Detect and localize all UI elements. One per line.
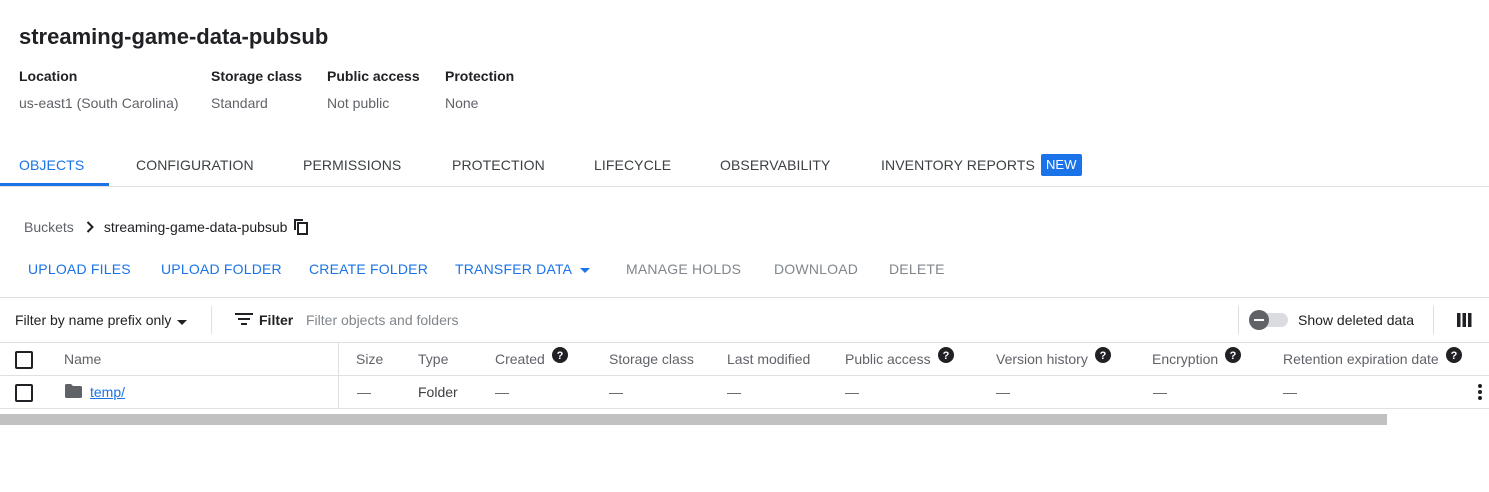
cell-public-access: — <box>845 384 859 400</box>
chevron-right-icon <box>86 221 94 233</box>
transfer-data-button[interactable]: TRANSFER DATA <box>455 258 591 279</box>
cell-type: Folder <box>418 384 458 400</box>
filter-button[interactable]: Filter <box>235 298 293 342</box>
create-folder-button[interactable]: CREATE FOLDER <box>309 259 428 279</box>
help-icon[interactable]: ? <box>1225 342 1242 374</box>
column-header-label: Encryption <box>1152 351 1219 367</box>
column-header-label: Created <box>495 351 545 367</box>
svg-text:?: ? <box>556 350 563 362</box>
tab-permissions[interactable]: PERMISSIONS <box>303 144 401 186</box>
filter-bar: Filter by name prefix only Filter Show d… <box>0 297 1489 343</box>
caret-down-icon <box>177 298 188 342</box>
tab-observability[interactable]: OBSERVABILITY <box>720 144 831 186</box>
tab-configuration[interactable]: CONFIGURATION <box>136 144 254 186</box>
breadcrumb: Buckets streaming-game-data-pubsub <box>24 216 309 238</box>
tab-bar: OBJECTS CONFIGURATION PERMISSIONS PROTEC… <box>0 144 1489 187</box>
svg-text:?: ? <box>1230 350 1237 362</box>
active-tab-indicator <box>0 183 109 186</box>
info-value: Not public <box>327 95 390 111</box>
column-header-last-modified[interactable]: Last modified <box>727 343 810 375</box>
copy-icon[interactable] <box>294 219 309 235</box>
manage-holds-button[interactable]: MANAGE HOLDS <box>626 259 741 279</box>
info-storage-class: Storage class Standard <box>211 66 302 113</box>
cell-storage-class: — <box>609 384 623 400</box>
column-header-storage-class[interactable]: Storage class <box>609 343 694 375</box>
column-header-size[interactable]: Size <box>356 343 383 375</box>
folder-icon <box>65 384 82 403</box>
help-icon[interactable]: ? <box>551 342 568 374</box>
cell-version-history: — <box>996 384 1010 400</box>
breadcrumb-buckets-link[interactable]: Buckets <box>24 219 74 235</box>
info-public-access: Public access Not public <box>327 66 420 113</box>
info-protection: Protection None <box>445 66 514 113</box>
toggle-knob <box>1249 310 1269 330</box>
tab-inventory-reports[interactable]: INVENTORY REPORTS NEW <box>881 144 1082 186</box>
column-display-icon[interactable] <box>1457 313 1472 332</box>
column-header-label: Public access <box>845 351 931 367</box>
filter-mode-label: Filter by name prefix only <box>15 312 172 328</box>
cell-encryption: — <box>1153 384 1167 400</box>
column-header-type[interactable]: Type <box>418 343 448 375</box>
filter-mode-dropdown[interactable]: Filter by name prefix only <box>15 298 188 342</box>
upload-folder-button[interactable]: UPLOAD FOLDER <box>161 259 282 279</box>
show-deleted-label: Show deleted data <box>1298 312 1414 328</box>
column-header-label: Retention expiration date <box>1283 351 1439 367</box>
row-checkbox[interactable] <box>15 384 33 402</box>
tab-objects[interactable]: OBJECTS <box>19 144 84 186</box>
svg-text:?: ? <box>1450 350 1457 362</box>
select-all-checkbox[interactable] <box>15 351 33 369</box>
upload-files-button[interactable]: UPLOAD FILES <box>28 259 131 279</box>
divider <box>1238 306 1239 334</box>
help-icon[interactable]: ? <box>1094 342 1111 374</box>
filter-button-label: Filter <box>259 312 294 328</box>
column-header-label: Version history <box>996 351 1088 367</box>
svg-text:?: ? <box>1099 350 1106 362</box>
info-value: None <box>445 95 479 111</box>
transfer-data-label: TRANSFER DATA <box>455 261 573 277</box>
delete-button[interactable]: DELETE <box>889 259 945 279</box>
divider <box>211 306 212 334</box>
column-header-public-access[interactable]: Public access? <box>845 343 954 375</box>
column-header-encryption[interactable]: Encryption? <box>1152 342 1242 375</box>
svg-text:?: ? <box>942 350 949 362</box>
filter-input[interactable] <box>306 309 1206 331</box>
download-button[interactable]: DOWNLOAD <box>774 259 858 279</box>
info-label: Storage class <box>211 68 303 84</box>
horizontal-scrollbar[interactable] <box>0 414 1387 425</box>
object-name-link[interactable]: temp/ <box>90 376 125 408</box>
filter-list-icon <box>235 312 253 328</box>
breadcrumb-current: streaming-game-data-pubsub <box>103 219 288 235</box>
column-header-created[interactable]: Created? <box>495 343 568 375</box>
show-deleted-toggle[interactable] <box>1248 310 1290 330</box>
table-row[interactable]: temp/ — Folder — — — — — — — <box>0 376 1489 409</box>
cell-last-modified: — <box>727 384 741 400</box>
divider <box>1433 306 1434 334</box>
tab-lifecycle[interactable]: LIFECYCLE <box>594 144 671 186</box>
cell-created: — <box>495 384 509 400</box>
name-column-divider <box>338 343 339 409</box>
column-header-retention[interactable]: Retention expiration date? <box>1283 343 1462 375</box>
info-label: Public access <box>327 68 420 84</box>
more-options-icon[interactable] <box>1477 384 1483 405</box>
info-label: Protection <box>445 68 515 84</box>
column-header-version-history[interactable]: Version history? <box>996 343 1111 375</box>
object-name[interactable]: temp/ <box>90 384 125 400</box>
info-location: Location us-east1 (South Carolina) <box>19 66 179 113</box>
info-value: us-east1 (South Carolina) <box>19 95 179 111</box>
help-icon[interactable]: ? <box>1445 342 1462 374</box>
tab-inventory-reports-label: INVENTORY REPORTS <box>881 157 1035 173</box>
info-value: Standard <box>211 95 268 111</box>
cell-size: — <box>357 384 371 400</box>
help-icon[interactable]: ? <box>937 342 954 374</box>
cell-retention: — <box>1283 384 1297 400</box>
table-header-row: Name Size Type Created? Storage class La… <box>0 343 1489 376</box>
column-header-name[interactable]: Name <box>64 343 101 375</box>
page-title: streaming-game-data-pubsub <box>19 24 329 49</box>
tab-protection[interactable]: PROTECTION <box>452 144 545 186</box>
info-label: Location <box>19 68 78 84</box>
new-badge: NEW <box>1040 154 1082 177</box>
caret-down-icon <box>580 258 591 278</box>
